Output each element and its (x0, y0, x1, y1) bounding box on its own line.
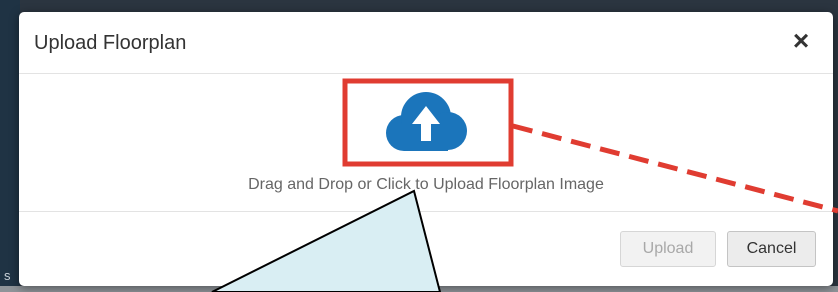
cancel-button[interactable]: Cancel (727, 231, 816, 267)
drop-zone[interactable]: Drag and Drop or Click to Upload Floorpl… (19, 74, 833, 211)
dialog-title: Upload Floorplan (34, 32, 187, 54)
upload-floorplan-dialog: Upload Floorplan × Drag and Drop or Clic… (19, 12, 833, 286)
dialog-header: Upload Floorplan × (19, 12, 833, 74)
dialog-footer: Upload Cancel (19, 211, 833, 287)
close-button[interactable]: × (787, 26, 815, 56)
drop-zone-instructions: Drag and Drop or Click to Upload Floorpl… (248, 176, 604, 193)
background-page-text: s (4, 268, 11, 283)
background-page-strip (0, 0, 20, 292)
cloud-upload-icon[interactable] (384, 89, 468, 153)
upload-button[interactable]: Upload (620, 231, 716, 267)
